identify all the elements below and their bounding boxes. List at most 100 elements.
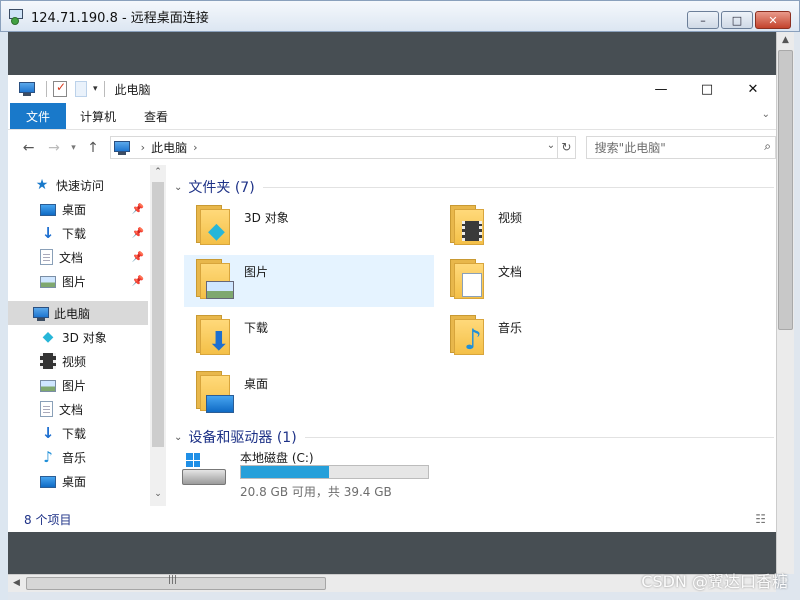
document-icon bbox=[40, 401, 53, 417]
scroll-thumb[interactable] bbox=[778, 50, 793, 330]
recent-locations-icon[interactable]: ▾ bbox=[67, 143, 81, 153]
this-pc-icon bbox=[113, 139, 131, 157]
sidebar-item-documents[interactable]: 文档 bbox=[8, 397, 148, 421]
refresh-icon[interactable]: ↻ bbox=[558, 136, 576, 159]
breadcrumb-chevron-icon[interactable]: › bbox=[193, 141, 197, 154]
sidebar-item-label: 文档 bbox=[59, 402, 84, 417]
breadcrumb[interactable]: 此电脑 bbox=[151, 139, 187, 156]
address-bar-row: ← → ▾ ↑ › 此电脑 › ⌄ ↻ 搜索"此电脑" ⌕ bbox=[8, 130, 776, 165]
folder-label: 音乐 bbox=[498, 321, 523, 335]
sidebar-item-documents[interactable]: 文档 📌 bbox=[8, 245, 148, 269]
navigation-scrollbar[interactable]: ⌃ ⌄ bbox=[150, 165, 166, 506]
up-arrow-icon[interactable]: ↑ bbox=[80, 140, 105, 156]
sidebar-item-pictures[interactable]: 图片 bbox=[8, 373, 148, 397]
sidebar-item-music[interactable]: ♪ 音乐 bbox=[8, 445, 148, 469]
watermark: CSDN @翼达口香糖 bbox=[641, 572, 788, 591]
3d-cube-icon: ◆ bbox=[42, 329, 54, 345]
maximize-button[interactable]: □ bbox=[684, 75, 730, 103]
group-header-label: 文件夹 (7) bbox=[188, 180, 255, 196]
sidebar-item-label: 视频 bbox=[62, 354, 87, 369]
forward-arrow-icon[interactable]: → bbox=[41, 140, 66, 156]
sidebar-item-desktop[interactable]: 桌面 bbox=[8, 469, 148, 493]
address-bar[interactable]: › 此电脑 › ⌄ bbox=[109, 136, 559, 159]
tab-view[interactable]: 查看 bbox=[130, 103, 182, 129]
music-note-icon: ♪ bbox=[43, 448, 53, 466]
rdp-window-title: 124.71.190.8 - 远程桌面连接 bbox=[31, 10, 209, 26]
scroll-down-arrow-icon[interactable]: ⌄ bbox=[150, 489, 166, 499]
sidebar-item-pictures[interactable]: 图片 📌 bbox=[8, 269, 148, 293]
folder-tile-desktop[interactable]: 桌面 bbox=[184, 367, 434, 419]
collapse-chevron-icon[interactable]: ⌄ bbox=[174, 182, 182, 193]
folder-label: 视频 bbox=[498, 211, 523, 225]
item-count: 8 个项目 bbox=[24, 512, 72, 527]
sidebar-item-3d-objects[interactable]: ◆ 3D 对象 bbox=[8, 325, 148, 349]
rdp-titlebar: 124.71.190.8 - 远程桌面连接 – □ ✕ bbox=[0, 0, 800, 32]
folder-label: 图片 bbox=[244, 265, 269, 279]
content-pane: ⌄ 文件夹 (7) ◆ 3D 对象 视频 图片 文档 ⬇ 下载 ♪ 音乐 桌面 … bbox=[166, 165, 776, 506]
customize-quick-access-icon[interactable]: ▾ bbox=[93, 84, 98, 94]
sidebar-item-label: 快速访问 bbox=[56, 178, 105, 193]
tab-computer[interactable]: 计算机 bbox=[66, 103, 130, 129]
divider bbox=[103, 81, 105, 97]
sidebar-item-this-pc[interactable]: 此电脑 bbox=[8, 301, 148, 325]
sidebar-item-label: 此电脑 bbox=[54, 306, 91, 321]
star-icon: ★ bbox=[35, 177, 49, 193]
scroll-up-arrow-icon[interactable]: ▲ bbox=[777, 32, 794, 49]
scroll-up-arrow-icon[interactable]: ⌃ bbox=[150, 167, 166, 177]
folder-label: 桌面 bbox=[244, 377, 269, 391]
search-input[interactable]: 搜索"此电脑" ⌕ bbox=[585, 136, 776, 159]
close-button[interactable]: ✕ bbox=[730, 75, 776, 103]
sidebar-item-downloads[interactable]: ↓ 下载 📌 bbox=[8, 221, 148, 245]
this-pc-icon bbox=[32, 305, 49, 321]
sidebar-item-label: 音乐 bbox=[62, 450, 87, 465]
new-folder-icon[interactable] bbox=[75, 81, 87, 97]
status-bar: 8 个项目 ☷ bbox=[8, 506, 776, 532]
group-header-label: 设备和驱动器 (1) bbox=[188, 430, 297, 446]
sidebar-item-desktop[interactable]: 桌面 📌 bbox=[8, 197, 148, 221]
pin-icon[interactable]: 📌 bbox=[132, 252, 144, 263]
breadcrumb-chevron-icon[interactable]: › bbox=[141, 141, 145, 154]
details-view-icon[interactable]: ☷ bbox=[755, 512, 766, 526]
rdp-maximize-button[interactable]: □ bbox=[721, 11, 753, 29]
collapse-chevron-icon[interactable]: ⌄ bbox=[174, 432, 182, 443]
scroll-thumb[interactable] bbox=[152, 182, 164, 447]
pin-icon[interactable]: 📌 bbox=[132, 204, 144, 215]
sidebar-item-label: 桌面 bbox=[62, 202, 87, 217]
document-icon bbox=[40, 249, 53, 265]
drive-free-space: 20.8 GB 可用，共 39.4 GB bbox=[240, 485, 392, 499]
drive-usage-bar bbox=[240, 465, 429, 479]
rdp-frame-edge bbox=[0, 32, 8, 600]
drive-tile-c[interactable]: 本地磁盘 (C:) 20.8 GB 可用，共 39.4 GB bbox=[166, 445, 466, 501]
sidebar-item-quick-access[interactable]: ★ 快速访问 bbox=[8, 173, 148, 197]
pin-icon[interactable]: 📌 bbox=[132, 228, 144, 239]
this-pc-icon bbox=[18, 80, 36, 98]
pin-icon[interactable]: 📌 bbox=[132, 276, 144, 287]
group-header-folders[interactable]: ⌄ 文件夹 (7) bbox=[174, 177, 774, 197]
folder-tile-downloads[interactable]: ⬇ 下载 bbox=[184, 311, 434, 363]
group-header-devices[interactable]: ⌄ 设备和驱动器 (1) bbox=[174, 427, 774, 447]
tab-file[interactable]: 文件 bbox=[10, 103, 66, 129]
folder-tile-documents[interactable]: 文档 bbox=[438, 255, 688, 307]
back-arrow-icon[interactable]: ← bbox=[16, 140, 41, 156]
rdp-vertical-scrollbar[interactable]: ▲ bbox=[776, 32, 794, 574]
properties-icon[interactable] bbox=[53, 80, 67, 97]
folder-tile-pictures[interactable]: 图片 bbox=[184, 255, 434, 307]
minimize-button[interactable]: — bbox=[638, 75, 684, 103]
folder-3d-icon: ◆ bbox=[196, 205, 236, 247]
folder-tile-music[interactable]: ♪ 音乐 bbox=[438, 311, 688, 363]
rdp-close-button[interactable]: ✕ bbox=[755, 11, 791, 29]
sidebar-item-videos[interactable]: 视频 bbox=[8, 349, 148, 373]
folder-label: 下载 bbox=[244, 321, 269, 335]
folder-tile-3d-objects[interactable]: ◆ 3D 对象 bbox=[184, 201, 434, 253]
address-dropdown-icon[interactable]: ⌄ bbox=[547, 140, 555, 151]
remote-desktop-icon bbox=[9, 8, 25, 25]
hard-drive-icon bbox=[182, 453, 226, 487]
scroll-left-arrow-icon[interactable]: ◀ bbox=[8, 575, 25, 592]
expand-ribbon-icon[interactable]: ⌄ bbox=[762, 109, 770, 120]
rdp-minimize-button[interactable]: – bbox=[687, 11, 719, 29]
folder-pictures-icon bbox=[196, 259, 236, 301]
explorer-titlebar: ▾ 此电脑 — □ ✕ bbox=[8, 75, 776, 103]
folder-tile-videos[interactable]: 视频 bbox=[438, 201, 688, 253]
sidebar-item-downloads[interactable]: ↓ 下载 bbox=[8, 421, 148, 445]
folder-label: 3D 对象 bbox=[244, 211, 289, 225]
